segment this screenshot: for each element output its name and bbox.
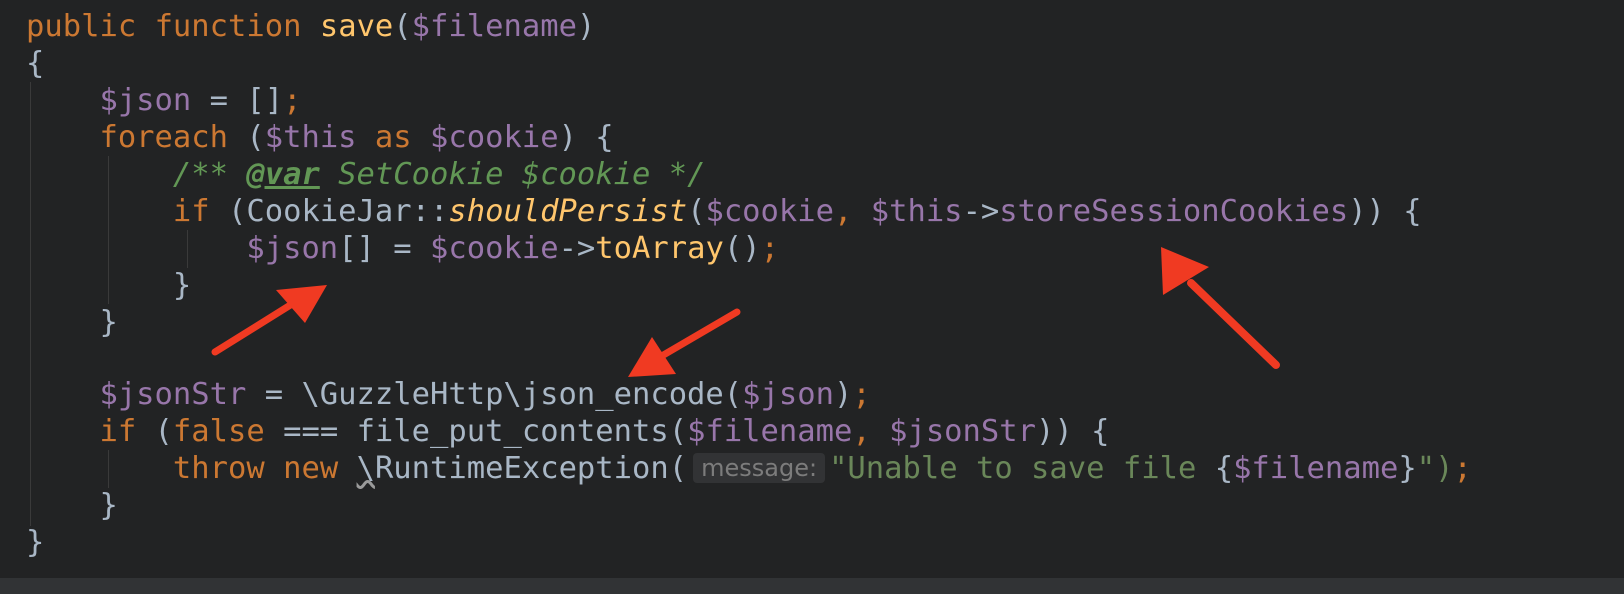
editor-bottom-bar (0, 578, 1624, 594)
red-arrow-icon (211, 285, 327, 356)
annotation-arrows (211, 247, 1280, 377)
red-arrow-icon (628, 308, 741, 377)
red-arrow-icon (1161, 247, 1280, 369)
code-editor[interactable]: public function save($filename) { $json … (0, 0, 1624, 578)
